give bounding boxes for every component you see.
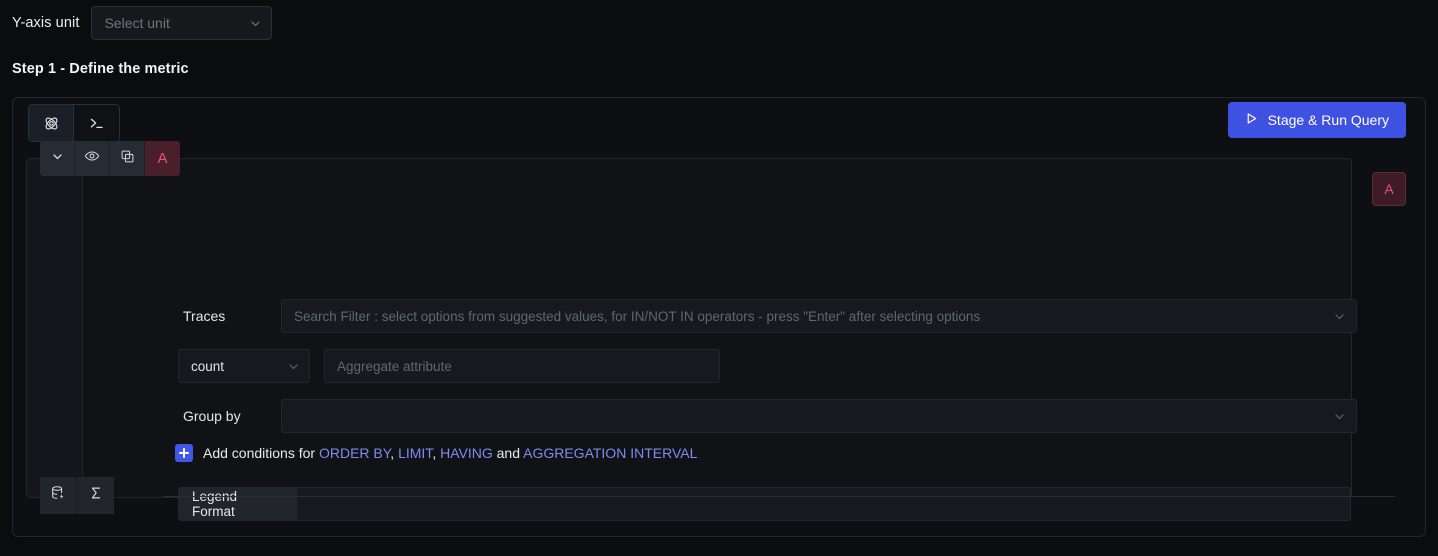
panel-topbar: Stage & Run Query: [13, 98, 1425, 152]
query-letter-badge[interactable]: A: [1372, 172, 1406, 206]
formula-button[interactable]: [77, 477, 114, 514]
query-builder-atom-icon: [43, 115, 60, 132]
chevron-down-icon: [51, 150, 64, 168]
conditions-separator-1: ,: [390, 445, 399, 461]
step-heading: Step 1 - Define the metric: [12, 61, 189, 77]
group-by-row: Group by: [181, 399, 1357, 433]
tab-clickhouse-query[interactable]: [74, 105, 119, 141]
add-conditions-row: Add conditions for ORDER BY, LIMIT, HAVI…: [175, 444, 697, 462]
limit-link[interactable]: LIMIT: [398, 445, 432, 461]
y-axis-unit-placeholder: Select unit: [104, 15, 170, 31]
aggregate-function-select[interactable]: count: [178, 349, 310, 383]
aggregation-interval-link[interactable]: AGGREGATION INTERVAL: [523, 445, 697, 461]
group-by-label: Group by: [183, 408, 241, 424]
duplicate-query-button[interactable]: [110, 141, 145, 176]
aggregate-function-value: count: [191, 358, 225, 374]
add-conditions-prefix: Add conditions for: [203, 445, 316, 461]
chevron-down-icon: [1333, 410, 1346, 423]
y-axis-unit-label: Y-axis unit: [12, 15, 80, 31]
traces-search-filter[interactable]: Search Filter : select options from sugg…: [281, 299, 1357, 333]
order-by-link[interactable]: ORDER BY: [319, 445, 390, 461]
query-mode-tabs: [28, 104, 120, 142]
traces-label: Traces: [183, 308, 226, 324]
legend-format-row: Legend Format: [178, 487, 1351, 521]
conditions-conjunction: and: [492, 445, 524, 461]
query-name-label[interactable]: A: [145, 141, 180, 176]
query-accent-column: [27, 159, 83, 497]
group-by-input[interactable]: [281, 399, 1357, 433]
stage-and-run-query-label: Stage & Run Query: [1267, 112, 1389, 128]
query-card-body: A Traces Search Filter : select options …: [40, 141, 1395, 521]
add-conditions-text: Add conditions for ORDER BY, LIMIT, HAVI…: [203, 445, 697, 461]
toggle-visibility-button[interactable]: [75, 141, 110, 176]
aggregate-attribute-placeholder: Aggregate attribute: [337, 358, 452, 374]
having-link[interactable]: HAVING: [440, 445, 493, 461]
stage-and-run-query-button[interactable]: Stage & Run Query: [1227, 102, 1406, 138]
footer-divider: [163, 496, 1395, 497]
sigma-icon: [88, 485, 104, 506]
traces-row: Traces Search Filter : select options fr…: [181, 299, 1363, 333]
query-panel: Stage & Run Query A A Traces Search Filt…: [12, 97, 1426, 537]
chevron-down-icon: [1333, 310, 1346, 323]
terminal-prompt-icon: [88, 115, 105, 132]
aggregate-attribute-input[interactable]: Aggregate attribute: [324, 349, 720, 383]
query-card-a: A Traces Search Filter : select options …: [26, 141, 1395, 521]
chevron-down-icon: [287, 360, 300, 373]
database-icon: [50, 485, 66, 506]
query-footer-toolbar: [40, 477, 114, 514]
play-triangle-icon: [1245, 112, 1258, 128]
collapse-query-button[interactable]: [40, 141, 75, 176]
conditions-separator-2: ,: [432, 445, 441, 461]
y-axis-unit-select[interactable]: Select unit: [91, 6, 273, 40]
legend-format-label: Legend Format: [178, 487, 297, 521]
data-source-button[interactable]: [40, 477, 77, 514]
chevron-down-icon: [249, 17, 262, 30]
traces-search-placeholder: Search Filter : select options from sugg…: [294, 308, 981, 324]
copy-icon: [120, 149, 135, 169]
tab-query-builder[interactable]: [29, 105, 74, 141]
y-axis-unit-row: Y-axis unit Select unit: [12, 6, 273, 40]
aggregate-row: count Aggregate attribute: [178, 349, 720, 383]
query-builder-screen: Y-axis unit Select unit Step 1 - Define …: [0, 0, 1438, 556]
plus-icon[interactable]: [175, 444, 193, 462]
eye-icon: [84, 148, 100, 169]
legend-format-input[interactable]: [296, 487, 1351, 521]
query-header-toolbar: A: [40, 141, 180, 176]
